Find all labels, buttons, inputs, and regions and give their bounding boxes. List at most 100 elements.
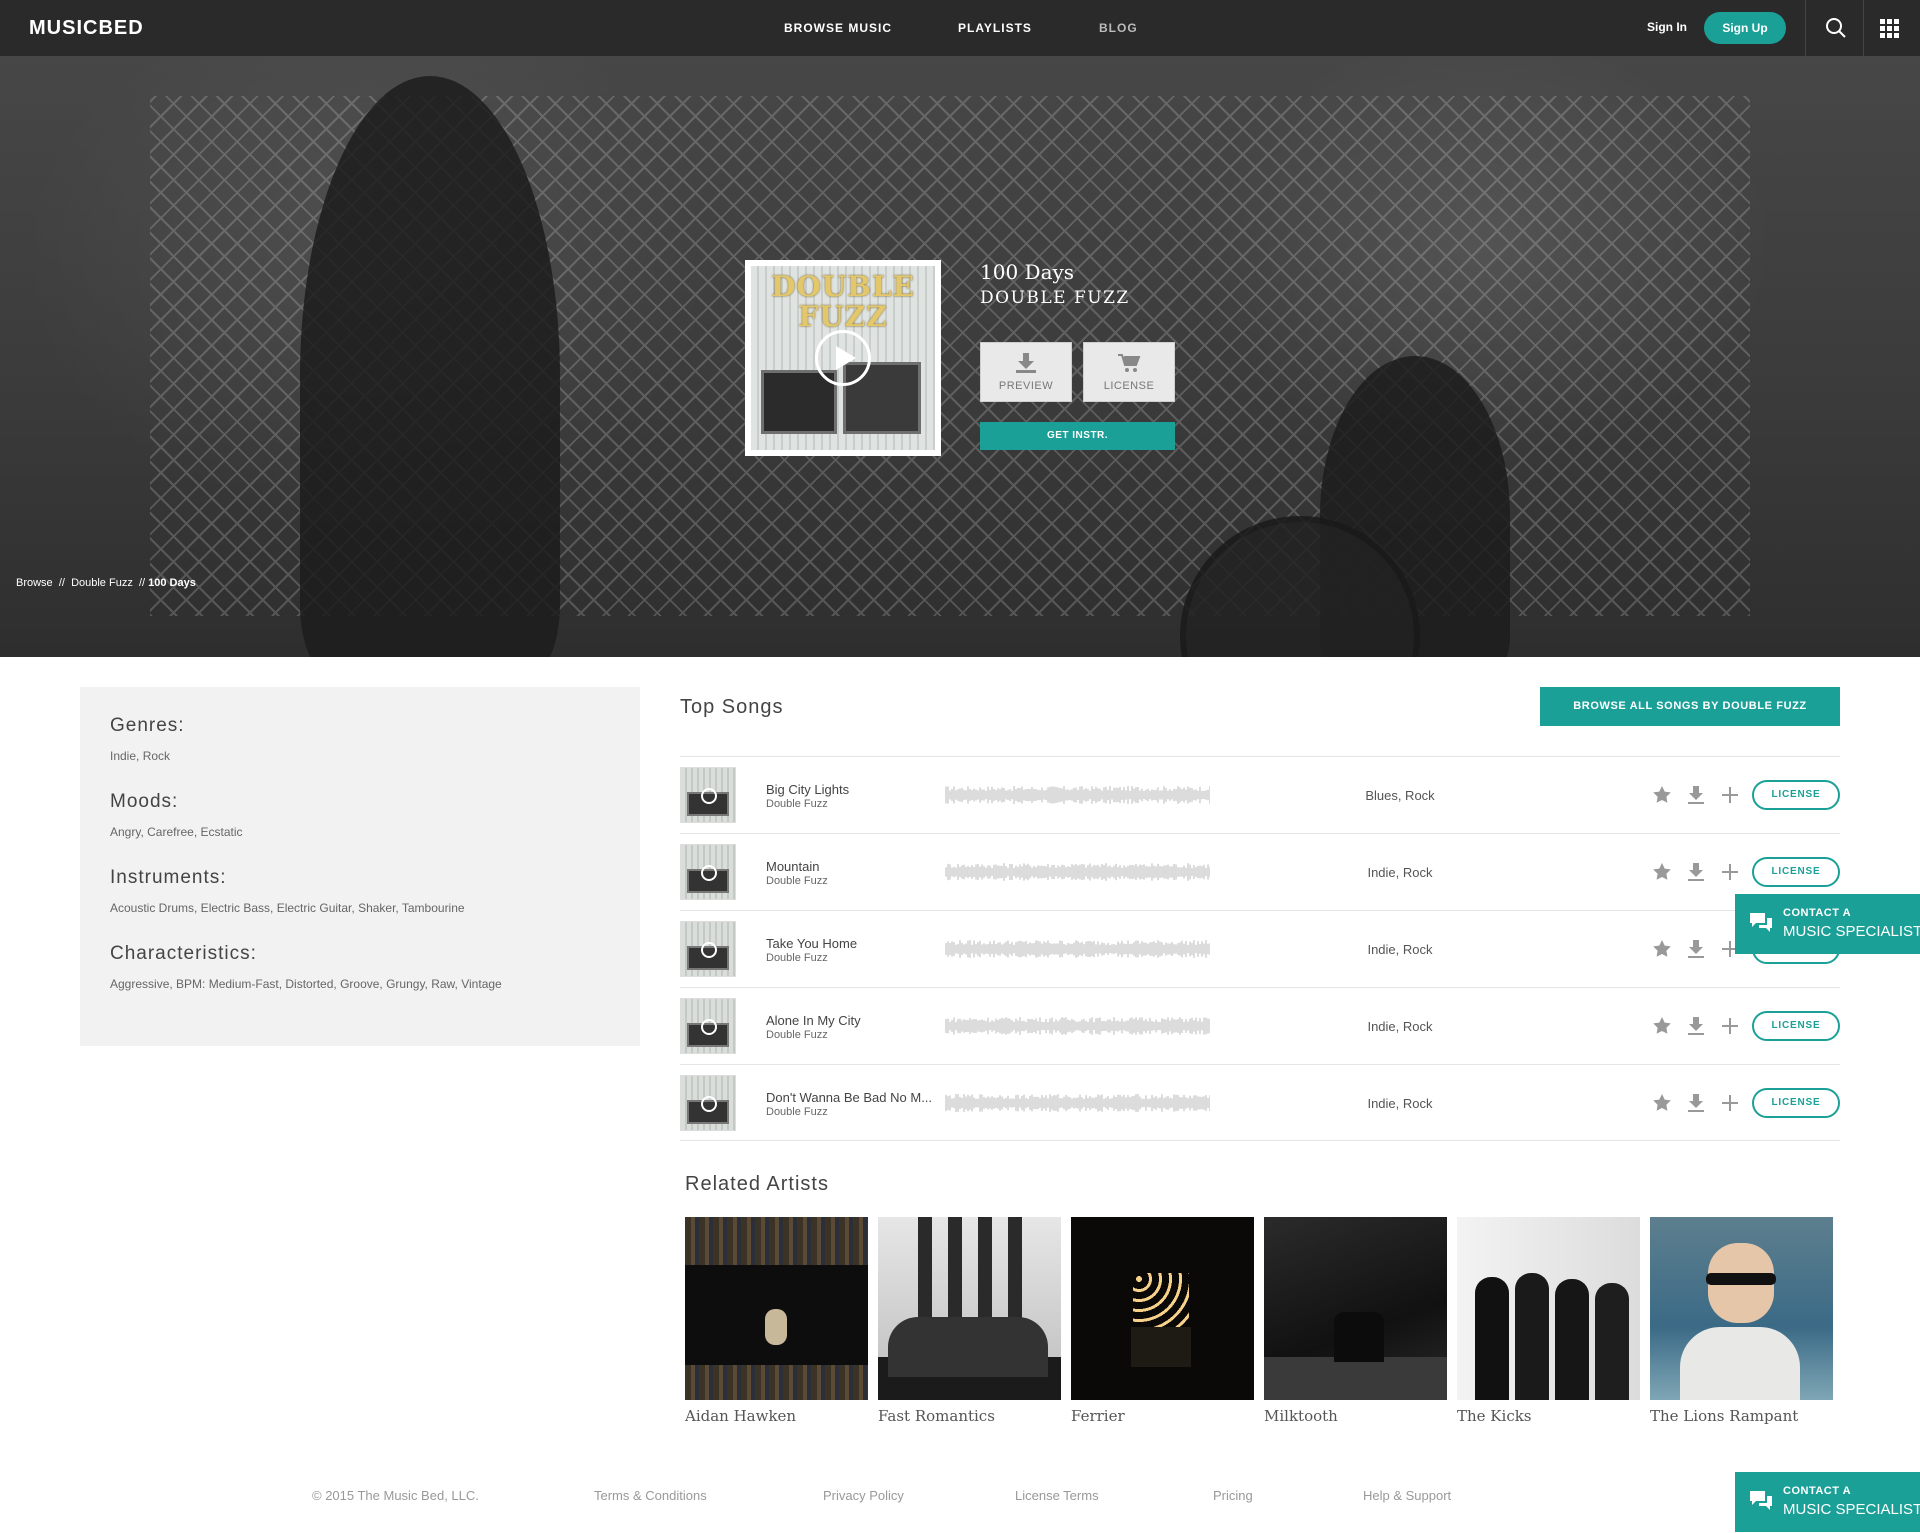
license-button[interactable]: LICENSE: [1752, 1088, 1840, 1118]
add-icon[interactable]: [1718, 860, 1742, 884]
contact-specialist-button[interactable]: CONTACT A MUSIC SPECIALIST: [1735, 894, 1920, 954]
artist-photo[interactable]: [1071, 1217, 1254, 1400]
artist-name[interactable]: Ferrier: [1071, 1407, 1254, 1425]
contact-line2: MUSIC SPECIALIST: [1783, 923, 1920, 940]
hero-banner: DOUBLE FUZZ 100 Days DOUBLE FUZZ PREVIEW…: [0, 56, 1920, 657]
related-artist-card[interactable]: Ferrier: [1071, 1217, 1254, 1425]
artist-name[interactable]: DOUBLE FUZZ: [980, 288, 1130, 308]
artist-photo[interactable]: [1457, 1217, 1640, 1400]
musicbed-logo[interactable]: MUSICBED: [29, 17, 144, 40]
artist-photo[interactable]: [878, 1217, 1061, 1400]
download-icon[interactable]: [1684, 783, 1708, 807]
license-button[interactable]: LICENSE: [1752, 857, 1840, 887]
artist-photo[interactable]: [1650, 1217, 1833, 1400]
waveform[interactable]: [945, 939, 1210, 959]
footer-pricing-link[interactable]: Pricing: [1213, 1488, 1253, 1503]
play-icon: [701, 1096, 717, 1112]
song-thumbnail[interactable]: [680, 998, 736, 1054]
related-artist-card[interactable]: Milktooth: [1264, 1217, 1447, 1425]
artist-name[interactable]: Milktooth: [1264, 1407, 1447, 1425]
related-artists-heading: Related Artists: [685, 1173, 829, 1195]
play-icon: [836, 346, 856, 370]
song-row[interactable]: Big City Lights Double Fuzz Blues, Rock …: [680, 756, 1840, 833]
star-icon[interactable]: [1650, 860, 1674, 884]
nav-browse-music[interactable]: BROWSE MUSIC: [784, 21, 892, 35]
song-thumbnail[interactable]: [680, 844, 736, 900]
song-artist[interactable]: Double Fuzz: [766, 1029, 828, 1041]
song-artist[interactable]: Double Fuzz: [766, 1106, 828, 1118]
song-name[interactable]: Alone In My City: [766, 1013, 861, 1028]
nav-blog[interactable]: BLOG: [1099, 21, 1138, 35]
get-instrumental-button[interactable]: GET INSTR.: [980, 422, 1175, 450]
song-artist[interactable]: Double Fuzz: [766, 952, 828, 964]
artist-name[interactable]: The Kicks: [1457, 1407, 1640, 1425]
download-icon[interactable]: [1684, 937, 1708, 961]
waveform[interactable]: [945, 785, 1210, 805]
album-cover[interactable]: DOUBLE FUZZ: [745, 260, 941, 456]
artist-name[interactable]: Aidan Hawken: [685, 1407, 868, 1425]
license-button[interactable]: LICENSE: [1752, 780, 1840, 810]
browse-all-songs-button[interactable]: BROWSE ALL SONGS BY DOUBLE FUZZ: [1540, 687, 1840, 726]
download-icon[interactable]: [1684, 860, 1708, 884]
song-row[interactable]: Take You Home Double Fuzz Indie, Rock LI…: [680, 910, 1840, 987]
footer-help-link[interactable]: Help & Support: [1363, 1488, 1451, 1503]
breadcrumb-browse[interactable]: Browse: [16, 577, 53, 589]
song-thumbnail[interactable]: [680, 767, 736, 823]
footer-terms-link[interactable]: Terms & Conditions: [594, 1488, 707, 1503]
footer-license-terms-link[interactable]: License Terms: [1015, 1488, 1099, 1503]
song-thumbnail[interactable]: [680, 921, 736, 977]
artist-photo[interactable]: [685, 1217, 868, 1400]
waveform[interactable]: [945, 1093, 1210, 1113]
nav-divider: [1863, 0, 1864, 56]
add-icon[interactable]: [1718, 783, 1742, 807]
search-icon[interactable]: [1822, 14, 1850, 42]
song-info-panel: Genres: Indie, Rock Moods: Angry, Carefr…: [80, 687, 640, 1046]
song-name[interactable]: Don't Wanna Be Bad No M...: [766, 1090, 932, 1105]
footer-privacy-link[interactable]: Privacy Policy: [823, 1488, 904, 1503]
breadcrumb-separator: //: [58, 577, 65, 589]
footer-copyright: © 2015 The Music Bed, LLC.: [312, 1488, 479, 1503]
preview-button[interactable]: PREVIEW: [980, 342, 1072, 402]
star-icon[interactable]: [1650, 937, 1674, 961]
genres-label: Genres:: [110, 715, 185, 736]
download-icon[interactable]: [1684, 1014, 1708, 1038]
nav-playlists[interactable]: PLAYLISTS: [958, 21, 1032, 35]
star-icon[interactable]: [1650, 783, 1674, 807]
waveform[interactable]: [945, 1016, 1210, 1036]
breadcrumb-artist[interactable]: Double Fuzz: [71, 577, 133, 589]
sign-up-button[interactable]: Sign Up: [1704, 12, 1786, 44]
top-songs-list: Big City Lights Double Fuzz Blues, Rock …: [680, 756, 1840, 1141]
download-icon[interactable]: [1684, 1091, 1708, 1115]
related-artist-card[interactable]: Aidan Hawken: [685, 1217, 868, 1425]
sign-in-link[interactable]: Sign In: [1647, 20, 1687, 34]
add-icon[interactable]: [1718, 1014, 1742, 1038]
nav-divider: [1805, 0, 1806, 56]
license-button[interactable]: LICENSE: [1083, 342, 1175, 402]
song-artist[interactable]: Double Fuzz: [766, 798, 828, 810]
song-row[interactable]: Alone In My City Double Fuzz Indie, Rock…: [680, 987, 1840, 1064]
song-name[interactable]: Mountain: [766, 859, 819, 874]
waveform[interactable]: [945, 862, 1210, 882]
star-icon[interactable]: [1650, 1091, 1674, 1115]
artist-name[interactable]: The Lions Rampant: [1650, 1407, 1833, 1425]
song-artist[interactable]: Double Fuzz: [766, 875, 828, 887]
star-icon[interactable]: [1650, 1014, 1674, 1038]
related-artist-card[interactable]: The Kicks: [1457, 1217, 1640, 1425]
characteristics-value: Aggressive, BPM: Medium-Fast, Distorted,…: [110, 977, 502, 991]
song-row[interactable]: Don't Wanna Be Bad No M... Double Fuzz I…: [680, 1064, 1840, 1141]
download-icon: [1016, 353, 1036, 373]
chat-icon: [1750, 913, 1772, 932]
apps-grid-icon[interactable]: [1880, 19, 1899, 38]
song-genres: Indie, Rock: [1367, 1096, 1433, 1111]
license-button[interactable]: LICENSE: [1752, 1011, 1840, 1041]
song-name[interactable]: Take You Home: [766, 936, 857, 951]
related-artist-card[interactable]: Fast Romantics: [878, 1217, 1061, 1425]
artist-name[interactable]: Fast Romantics: [878, 1407, 1061, 1425]
characteristics-label: Characteristics:: [110, 943, 257, 964]
song-name[interactable]: Big City Lights: [766, 782, 849, 797]
song-thumbnail[interactable]: [680, 1075, 736, 1131]
artist-photo[interactable]: [1264, 1217, 1447, 1400]
song-row[interactable]: Mountain Double Fuzz Indie, Rock LICENSE: [680, 833, 1840, 910]
related-artist-card[interactable]: The Lions Rampant: [1650, 1217, 1833, 1425]
add-icon[interactable]: [1718, 1091, 1742, 1115]
